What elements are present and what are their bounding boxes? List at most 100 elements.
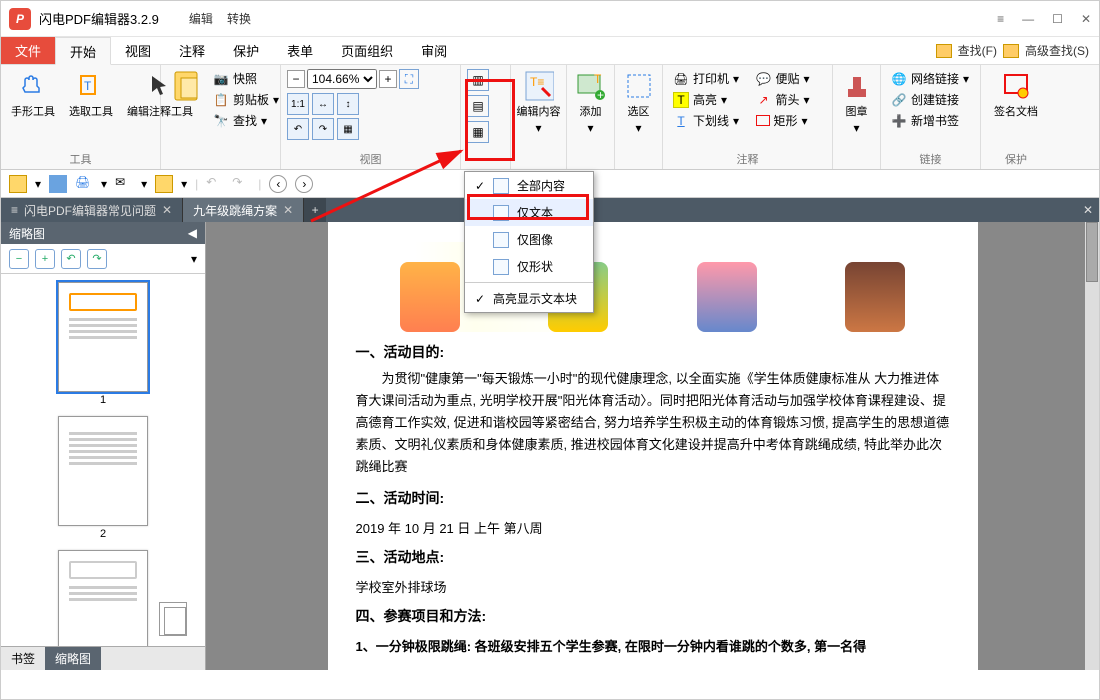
select-tool-button[interactable]: T 选取工具 [65,69,117,121]
actual-size-button[interactable]: 1:1 [287,93,309,115]
thumbnail-page-1[interactable] [58,282,148,392]
save-button[interactable] [49,175,67,193]
tab-review[interactable]: 审阅 [407,37,461,64]
tab-close-button[interactable]: ✕ [162,203,172,217]
sidebar-tab-bookmark[interactable]: 书签 [1,647,45,670]
zoom-in-button[interactable]: + [379,70,397,88]
hand-icon [18,71,48,101]
tab-close-button[interactable]: ✕ [283,203,293,217]
tab-form[interactable]: 表单 [273,37,327,64]
link-icon: 🔗 [891,92,907,108]
rectangle-button[interactable]: 矩形▾ [752,111,827,130]
view-mode-button[interactable]: ▦ [337,118,359,140]
edit-content-icon: T≡ [524,71,554,101]
doc-tab-2[interactable]: 九年级跳绳方案 ✕ [183,198,304,222]
email-button[interactable]: ✉ [115,175,133,193]
group-label-links: 链接 [887,151,974,167]
thumb-rotate-left-button[interactable]: ↶ [61,249,81,269]
binoculars-icon: 🔭 [213,113,229,129]
select-area-button[interactable]: 选区 ▾ [621,69,656,137]
sidebar-menu-button[interactable]: ▾ [191,252,197,266]
create-link-button[interactable]: 🔗创建链接 [887,90,974,109]
mini-menu-convert[interactable]: 转换 [227,10,251,27]
doc-tab-1[interactable]: ≡ 闪电PDF编辑器常见问题 ✕ [1,198,183,222]
tab-protect[interactable]: 保护 [219,37,273,64]
sidebar-header: 缩略图 ◀ [1,222,205,244]
stamp-button[interactable]: 图章 ▾ [839,69,874,137]
thumb-zoom-out-button[interactable]: − [9,249,29,269]
tab-page-org[interactable]: 页面组织 [327,37,407,64]
dropdown-item-text[interactable]: 仅文本 [465,199,593,226]
page-display-3-button[interactable]: ▦ [467,121,489,143]
edit-content-button[interactable]: T≡ 编辑内容 ▾ [517,69,560,137]
printer-button[interactable]: 🖨打印机▾ [669,69,744,88]
page-display-2-button[interactable]: ▤ [467,95,489,117]
tab-file[interactable]: 文件 [1,37,55,64]
sticky-note-button[interactable]: 💬便贴▾ [752,69,827,88]
marquee-icon [624,71,654,101]
thumb-rotate-right-button[interactable]: ↷ [87,249,107,269]
chevron-down-icon: ▾ [535,121,541,135]
minimize-button[interactable]: — [1022,12,1034,26]
find-button[interactable]: 🔭查找▾ [209,111,283,130]
group-label-protect: 保护 [987,151,1045,167]
text-select-icon: T [76,71,106,101]
zoom-out-button[interactable]: − [287,70,305,88]
image-only-icon [493,232,509,248]
highlight-button[interactable]: T高亮▾ [669,90,744,109]
svg-text:+: + [597,88,604,101]
sign-document-button[interactable]: 签名文档 [987,69,1045,121]
fit-width-button[interactable]: ↔ [312,93,334,115]
tab-view[interactable]: 视图 [111,37,165,64]
add-bookmark-button[interactable]: ➕新增书签 [887,111,974,130]
dropdown-item-image[interactable]: 仅图像 [465,226,593,253]
document-viewport[interactable]: 一、活动目的: 为贯彻"健康第一"每天锻炼一小时"的现代健康理念, 以全面实施《… [206,222,1099,670]
page-display-1-button[interactable]: ▥ [467,69,489,91]
rotate-left-button[interactable]: ↶ [287,118,309,140]
dropdown-item-shape[interactable]: 仅形状 [465,253,593,280]
maximize-button[interactable]: ☐ [1052,12,1063,26]
add-button[interactable]: T+ 添加 ▾ [573,69,608,137]
thumbnail-page-3[interactable] [58,550,148,646]
rotate-right-button[interactable]: ↷ [312,118,334,140]
arrow-button[interactable]: ↗箭头▾ [752,90,827,109]
dropdown-item-all[interactable]: ✓全部内容 [465,172,593,199]
doc-text-location: 学校室外排球场 [356,577,950,596]
folder-button[interactable] [155,175,173,193]
next-page-button[interactable]: › [295,175,313,193]
hamburger-icon[interactable]: ≡ [997,12,1004,26]
scrollbar-thumb[interactable] [1086,222,1098,282]
find-link[interactable]: 查找(F) [958,42,997,59]
sidebar-tab-thumbnail[interactable]: 缩略图 [45,647,101,670]
redo-button[interactable]: ↷ [232,175,250,193]
paste-button[interactable] [167,69,205,130]
print-button[interactable]: 🖨 [75,175,93,193]
doc-heading-4: 四、参赛项目和方法: [356,606,950,626]
tab-start[interactable]: 开始 [55,37,111,65]
collapse-sidebar-button[interactable]: ◀ [188,226,197,240]
thumbnail-list: 1 2 3 [1,274,205,646]
zoom-select[interactable]: 104.66% [307,69,377,89]
chevron-down-icon: ▾ [587,121,593,135]
mini-menu-edit[interactable]: 编辑 [189,10,213,27]
prev-page-button[interactable]: ‹ [269,175,287,193]
open-button[interactable] [9,175,27,193]
close-all-tabs-button[interactable]: ✕ [1077,198,1099,222]
clipboard-button[interactable]: 📋剪贴板▾ [209,90,283,109]
fit-height-button[interactable]: ↕ [337,93,359,115]
vertical-scrollbar[interactable] [1085,222,1099,670]
web-link-button[interactable]: 🌐网络链接▾ [887,69,974,88]
hand-tool-button[interactable]: 手形工具 [7,69,59,121]
new-tab-button[interactable]: + [304,198,326,222]
thumb-zoom-in-button[interactable]: + [35,249,55,269]
fit-page-button[interactable]: ⛶ [399,69,419,89]
snapshot-button[interactable]: 📷快照 [209,69,283,88]
close-button[interactable]: ✕ [1081,12,1091,26]
adv-find-link[interactable]: 高级查找(S) [1025,42,1089,59]
thumbnail-page-2[interactable] [58,416,148,526]
tab-annotate[interactable]: 注释 [165,37,219,64]
dropdown-item-highlight-blocks[interactable]: ✓高亮显示文本块 [465,285,593,312]
undo-button[interactable]: ↶ [206,175,224,193]
underline-button[interactable]: T下划线▾ [669,111,744,130]
title-bar: P 闪电PDF编辑器3.2.9 编辑 转换 ≡ — ☐ ✕ [1,1,1099,37]
